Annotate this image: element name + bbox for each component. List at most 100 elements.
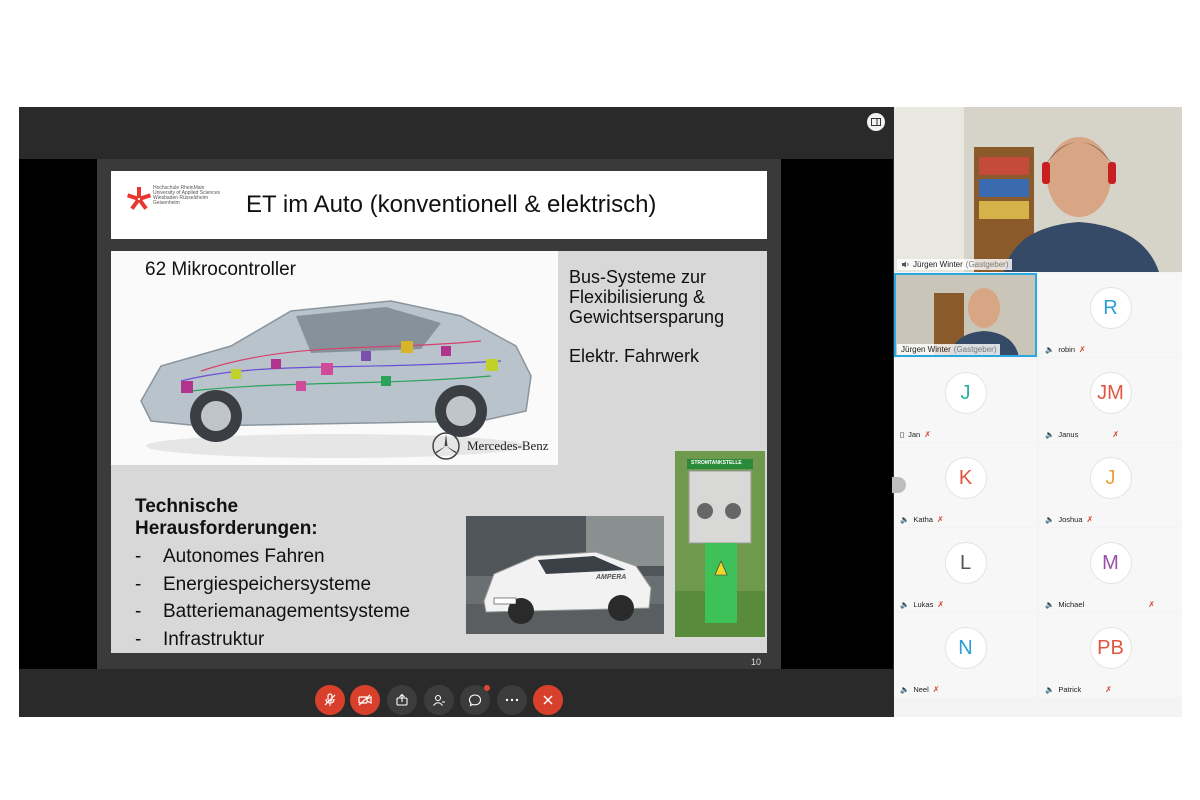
bus-line: Flexibilisierung & [569,287,706,307]
slide-body: 62 Mikrocontroller Mercedes-Benz Bus-Sys… [111,251,767,653]
tile-name: 🔈 Janus ✗ [1045,430,1119,439]
list-item-text: Infrastruktur [163,628,265,650]
participant-tile[interactable]: J 🔈 Joshua ✗ [1039,443,1182,527]
tech-challenges-title: Technische Herausforderungen: [135,496,318,540]
mute-mic-button[interactable] [315,685,345,715]
avatar: PB [1089,627,1132,669]
logo-text: Hochschule RheinMain University of Appli… [153,186,223,206]
participant-tile[interactable]: L 🔈 Lukas ✗ [894,528,1037,612]
ampera-text: AMPERA [596,574,627,581]
participant-tile[interactable]: J ▯ Jan ✗ [894,358,1037,442]
mic-off-icon: ✗ [1105,685,1112,694]
host-video-tile[interactable]: Jürgen Winter (Gastgeber) [894,107,1182,272]
avatar: L [944,542,987,584]
participant-name: Patrick [1058,685,1082,694]
close-icon [543,695,553,705]
speaker-icon: 🔈 [1045,515,1055,524]
host-role: (Gastgeber) [965,260,1009,269]
speaker-icon: 🔈 [1045,685,1055,694]
avatar: JM [1089,372,1132,414]
tile-name: 🔈 Michael ✗ [1045,600,1155,609]
tile-name: 🔈 Patrick ✗ [1045,685,1112,694]
station-sign-text: STROMTANKSTELLE [691,460,742,466]
bus-systems-text: Bus-Systeme zur Flexibilisierung & Gewic… [569,267,724,327]
avatar-initials: K [958,466,973,489]
chat-icon [468,694,482,707]
logo-line: Wiesbaden Rüsselsheim Geisenheim [153,195,209,206]
avatar-initials: R [1103,296,1118,319]
chat-button[interactable] [460,685,490,715]
list-item: - Infrastruktur [135,626,410,654]
main-stage: Hochschule RheinMain University of Appli… [19,107,893,717]
avatar: K [944,457,987,499]
tile-name: 🔈 Joshua ✗ [1045,515,1093,524]
avatar-initials: PB [1097,636,1124,659]
tech-challenges-list: - Autonomes Fahren - Energiespeichersystem… [135,543,410,653]
tile-name: 🔈 robin ✗ [1045,345,1086,354]
participant-name: Jan [908,430,921,439]
mercedes-text: Mercedes-Benz [467,438,549,453]
mic-off-icon [324,693,336,706]
tech-title-line: Technische [135,496,239,517]
charging-station-photo: STROMTANKSTELLE [675,451,765,637]
presentation-slide: Hochschule RheinMain University of Appli… [97,159,781,669]
participant-tile-juergen[interactable]: Jürgen Winter (Gastgeber) [894,273,1037,357]
avatar: J [1089,457,1132,499]
participants-button[interactable] [424,685,454,715]
host-name-tag: Jürgen Winter (Gastgeber) [897,259,1013,270]
meeting-toolbar [19,669,893,717]
speaker-icon: 🔈 [1045,345,1055,354]
mic-off-icon: ✗ [1079,345,1086,354]
tile-name: ▯ Jan ✗ [900,430,931,439]
participant-tile[interactable]: R 🔈 robin ✗ [1039,273,1182,357]
host-name: Jürgen Winter [913,260,963,269]
participant-tile[interactable]: PB 🔈 Patrick ✗ [1039,613,1182,697]
avatar: J [944,372,987,414]
car-label: 62 Mikrocontroller [145,259,296,280]
ampera-photo: AMPERA [466,516,664,634]
bus-line: Gewichtsersparung [569,307,725,327]
avatar-initials: J [1105,466,1116,489]
speaker-icon: 🔈 [900,685,910,694]
fahrwerk-text: Elektr. Fahrwerk [569,346,700,366]
leave-button[interactable] [533,685,563,715]
slide-page-number: 10 [750,657,761,667]
participant-name: Neel [913,685,929,694]
participant-name: Michael [1058,600,1085,609]
list-item: - Batteriemanagementsysteme [135,598,410,626]
participant-tile[interactable]: K 🔈 Katha ✗ [894,443,1037,527]
list-item-text: Autonomes Fahren [163,546,325,567]
mic-off-icon: ✗ [932,685,940,694]
layout-toggle-button[interactable] [867,113,885,131]
charging-station-illustration [675,451,765,637]
stop-video-button[interactable] [350,685,380,715]
tile-name: 🔈 Lukas ✗ [900,600,944,609]
share-icon [396,693,408,706]
shared-screen: Hochschule RheinMain University of Appli… [19,159,893,669]
participant-tile[interactable]: N 🔈 Neel ✗ [894,613,1037,697]
video-off-icon [358,694,372,706]
speaker-icon: 🔈 [900,600,910,609]
avatar-initials: J [960,381,971,404]
participant-tile[interactable]: M 🔈 Michael ✗ [1039,528,1182,612]
avatar-initials: M [1102,551,1119,574]
stage-top-bar [19,107,893,159]
participant-tile[interactable]: JM 🔈 Janus ✗ [1039,358,1182,442]
slide-title: ET im Auto (konventionell & elektrisch) [246,191,657,218]
phone-icon: ▯ [900,430,905,439]
mic-off-icon: ✗ [1148,600,1155,609]
share-button[interactable] [387,685,417,715]
list-item: - Energiespeichersysteme [135,571,410,599]
avatar-initials: N [958,636,973,659]
participants-icon [433,694,445,706]
tile-name: 🔈 Neel ✗ [900,685,939,694]
tile-name-tag: Jürgen Winter (Gastgeber) [897,344,1001,355]
participant-role: (Gastgeber) [953,345,997,354]
mic-off-icon: ✗ [936,515,944,524]
speaker-icon [902,261,909,268]
more-button[interactable] [497,685,527,715]
participant-name: Jürgen Winter [901,345,951,354]
avatar: R [1089,287,1132,329]
participants-sidebar: Jürgen Winter (Gastgeber) Jürgen Winter … [892,107,1182,717]
mic-off-icon: ✗ [924,430,931,439]
